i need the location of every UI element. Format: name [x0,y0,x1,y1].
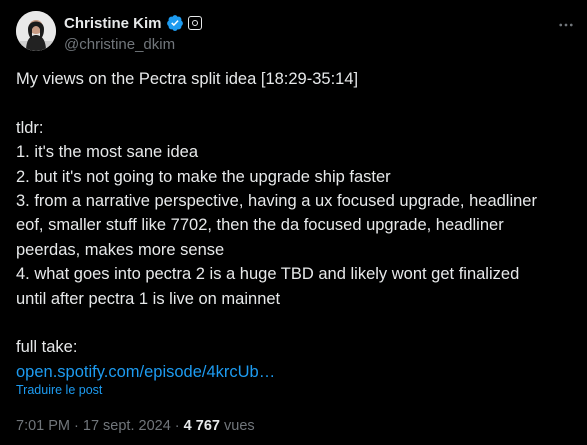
handle[interactable]: @christine_dkim [64,35,202,55]
tweet-line: full take: [16,338,78,357]
tweet-line: until after pectra 1 is live on mainnet [16,289,281,308]
views-label: vues [224,418,255,434]
tweet-line: tldr: [16,118,44,137]
author-names: Christine Kim @christine_dkim [64,13,202,55]
tweet-line [16,91,576,115]
episode-link[interactable]: open.spotify.com/episode/4krcUb… [16,363,275,381]
translate-post-link[interactable]: Traduire le post [16,383,102,400]
tweet-line: 4. what goes into pectra 2 is a huge TBD… [16,265,520,284]
meta-separator: · [70,418,83,434]
tweet-line: 3. from a narrative perspective, having … [16,191,537,210]
views-count: 4 767 [183,418,220,434]
display-name[interactable]: Christine Kim [64,15,162,32]
post-time[interactable]: 7:01 PM [16,418,70,434]
tweet-line: 2. but it's not going to make the upgrad… [16,167,391,186]
verified-badge-icon[interactable] [166,14,184,32]
post-date[interactable]: 17 sept. 2024 [83,418,171,434]
avatar[interactable] [16,11,56,51]
affiliate-badge-icon[interactable] [187,16,202,30]
tweet-line [16,311,576,335]
tweet-line: 1. it's the most sane idea [16,143,198,162]
tweet-meta: 7:01 PM · 17 sept. 2024 · 4 767 vues [16,416,255,436]
tweet-line: peerdas, makes more sense [16,240,225,259]
tweet-header: Christine Kim @christine_dkim [16,11,576,53]
tweet-line: eof, smaller stuff like 7702, then the d… [16,216,504,235]
tweet-text: My views on the Pectra split idea [18:29… [16,67,576,384]
tweet-line: My views on the Pectra split idea [18:29… [16,70,359,88]
meta-separator: · [170,418,184,434]
more-options-icon[interactable] [556,15,576,35]
